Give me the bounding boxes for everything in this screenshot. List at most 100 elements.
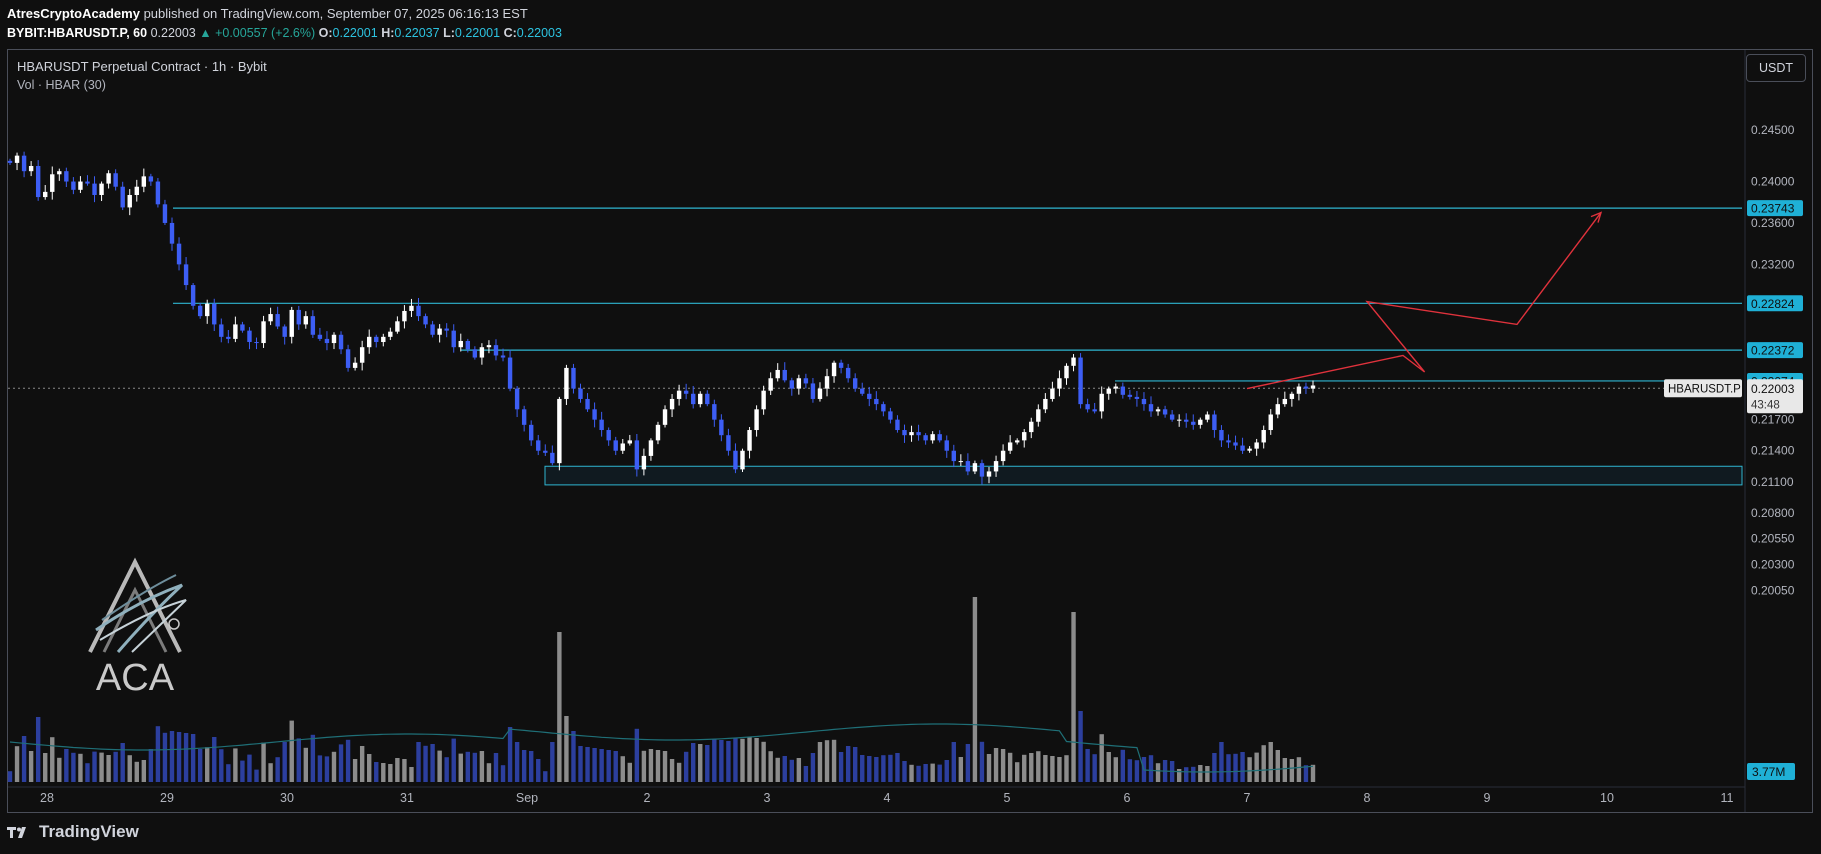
candle-body [521,409,527,425]
y-tick-label: 0.20550 [1751,532,1795,546]
candle-body [895,419,900,431]
candle-body [1007,442,1013,451]
volume-bar [810,753,816,782]
candle-body [317,334,323,339]
candle-body [789,380,794,389]
candle-body [331,334,337,344]
candle-body [395,321,400,332]
candle-body [416,305,421,317]
volume-bar [1071,612,1076,782]
aca-logo-text: ACA [96,657,175,699]
candle-body [127,194,132,208]
volume-bar [669,759,675,782]
current-price-label: 0.22003 [1751,382,1795,396]
x-tick-label: 8 [1364,791,1371,805]
volume-bar [1106,752,1111,782]
volume-bar [359,746,365,782]
volume-bar [676,762,682,782]
tradingview-brand[interactable]: TradingView [7,822,139,842]
volume-bar [106,755,111,782]
candle-body [972,463,978,472]
volume-bar [972,597,978,782]
volume-bar [1127,759,1133,782]
candle-body [557,398,562,464]
candle-body [705,393,710,405]
volume-bar [1057,757,1062,782]
y-tick-label: 0.23600 [1751,216,1795,230]
aca-logo: ACA [88,557,187,699]
volume-bar [1205,766,1210,782]
volume-bar [113,751,118,782]
volume-legend[interactable]: Vol · HBAR (30) [17,78,106,92]
volume-bar [1303,765,1309,782]
volume-bar [1212,753,1217,782]
volume-bar [120,743,125,782]
volume-bar [437,750,442,782]
candle-body [676,390,682,399]
candle-body [310,316,316,335]
candle-body [183,264,189,286]
candle-body [1184,419,1189,422]
chart-legend-title[interactable]: HBARUSDT Perpetual Contract · 1h · Bybit [17,59,267,74]
volume-bar [1064,755,1069,782]
candle-body [240,324,245,331]
volume-bar [479,751,485,782]
candle-body [50,174,55,192]
volume-bar [521,750,527,782]
volume-bar [423,745,428,782]
candle-body [430,324,435,335]
candle-body [669,398,675,410]
candle-body [1043,398,1048,410]
volume-bar [641,750,647,782]
volume-bar [1247,757,1252,782]
candle-body [1085,404,1090,410]
candle-body [1092,409,1097,412]
volume-bar [761,741,766,782]
y-tick-label: 0.24000 [1751,175,1795,189]
currency-button[interactable]: USDT [1746,54,1806,82]
volume-bar [268,763,273,782]
candle-body [747,430,752,451]
volume-bar [226,764,231,782]
volume-bar [219,749,224,782]
candle-body [338,334,344,350]
volume-bar [64,749,69,782]
candle-body [345,349,351,368]
volume-bar [275,757,280,782]
volume-bar [1226,754,1231,782]
y-tick-label: 0.23200 [1751,257,1795,271]
volume-bar [979,741,985,782]
candle-body [169,222,175,244]
volume-bar [1085,749,1090,782]
candle-body [550,452,555,464]
candle-body [486,345,492,348]
volume-bar [944,760,949,782]
volume-bar [402,759,407,782]
volume-bar [1219,742,1224,782]
candle-body [479,347,485,358]
candle-body [916,432,921,436]
volume-bar [1092,754,1097,782]
volume-bar [705,745,710,782]
volume-bar [648,749,654,782]
candle-body [1289,393,1295,399]
volume-bar [28,751,34,782]
volume-bar [416,742,421,782]
volume-bar [993,748,999,782]
volume-bar [543,771,548,782]
volume-bar [1155,763,1161,782]
candle-body [296,309,301,325]
candle-body [134,186,139,195]
volume-bar [1289,759,1295,782]
candle-body [78,181,83,190]
support-zone[interactable] [544,465,1743,486]
volume-bar [965,744,971,782]
volume-bar [289,720,294,782]
candle-body [796,378,802,389]
candle-body [64,171,69,182]
volume-bar [564,716,569,782]
candle-body [782,369,787,381]
projection-path[interactable] [1246,212,1602,390]
candle-body [226,336,231,339]
price-chart[interactable]: ACA 0.250000.245000.240000.236000.232000… [0,0,1821,854]
